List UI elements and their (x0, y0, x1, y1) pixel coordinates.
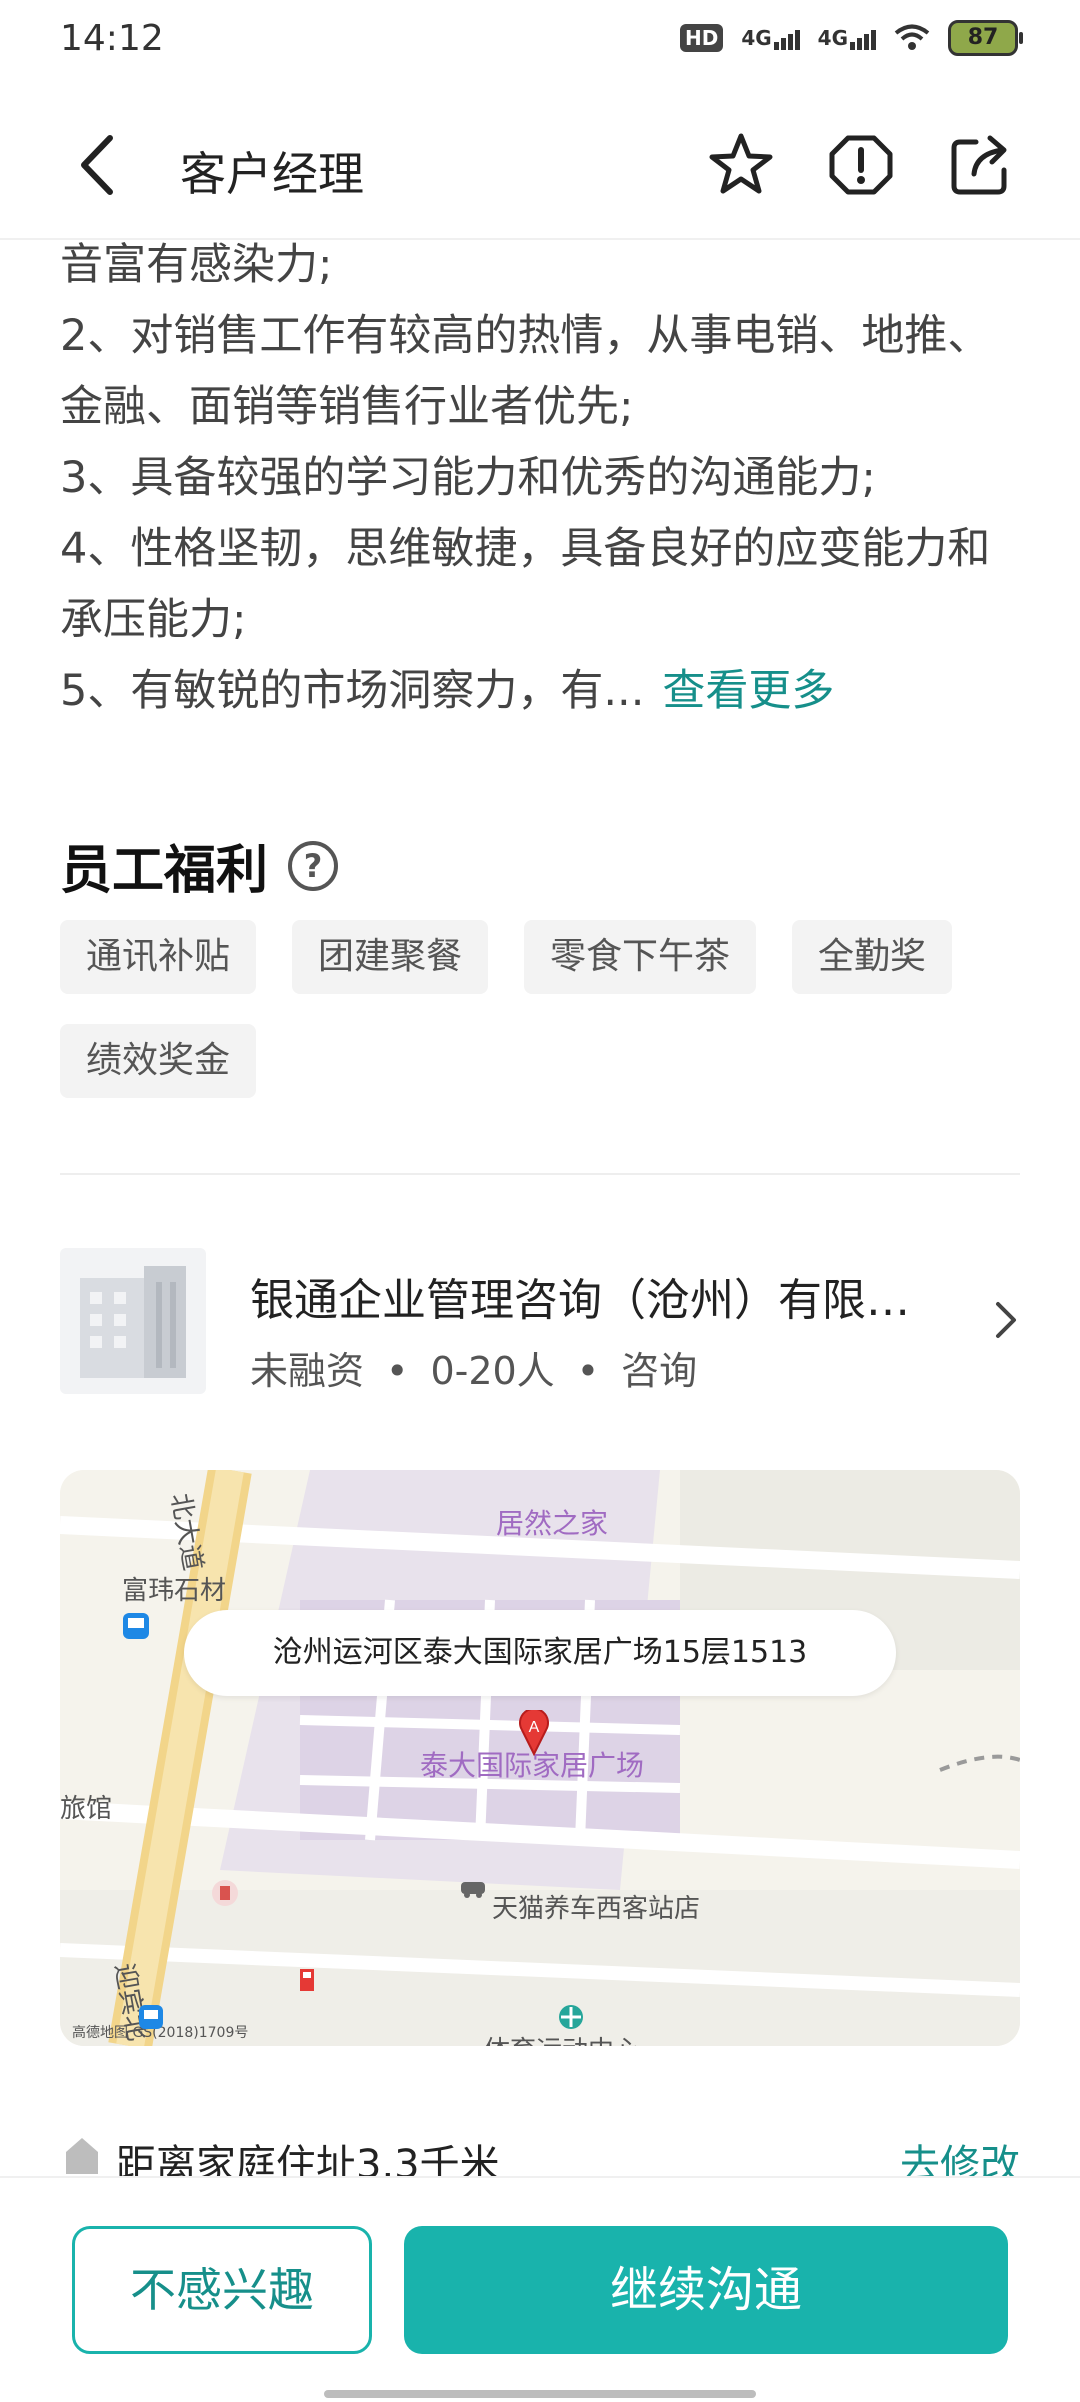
building-icon (80, 1266, 186, 1378)
chevron-right-icon (996, 1302, 1016, 1338)
benefit-tag: 绩效奖金 (60, 1024, 257, 1098)
help-icon[interactable]: ? (288, 840, 339, 891)
status-icons: HD 4G 4G 87 (679, 20, 1023, 56)
top-nav: 客户经理 (0, 100, 1080, 230)
bottom-action-bar: 不感兴趣 继续沟通 (0, 2176, 1080, 2402)
benefit-tag: 团建聚餐 (292, 920, 489, 994)
map-poi-label: 体育运动中心 (484, 2030, 640, 2046)
home-indicator[interactable] (324, 2390, 756, 2398)
benefits-section-title: 员工福利 ? (60, 828, 339, 903)
meta-separator: • (576, 1349, 600, 1393)
company-industry: 咨询 (621, 1349, 698, 1393)
star-icon[interactable] (706, 130, 776, 200)
description-line-last: 5、有敏锐的市场洞察力，有... 查看更多 (60, 666, 835, 716)
benefit-tag: 通讯补贴 (60, 920, 257, 994)
sports-icon (559, 2005, 583, 2029)
map-pin-letter: A (529, 1719, 540, 1736)
status-bar: 14:12 HD 4G 4G 87 (0, 0, 1080, 84)
share-icon[interactable] (946, 130, 1016, 200)
benefit-tag: 全勤奖 (792, 920, 953, 994)
wifi-icon (894, 24, 930, 50)
report-icon[interactable] (826, 130, 896, 200)
map-poi-label: 居然之家 (496, 1507, 609, 1540)
page-title: 客户经理 (180, 147, 364, 201)
map-poi-label: 天猫养车西客站店 (492, 1894, 701, 1924)
not-interested-button[interactable]: 不感兴趣 (72, 2226, 372, 2354)
company-meta: 未融资 • 0-20人 • 咨询 (250, 1340, 697, 1395)
map-poi-label: 富玮石材 (122, 1576, 227, 1606)
view-more-link[interactable]: 查看更多 (662, 666, 834, 716)
company-size: 0-20人 (430, 1349, 555, 1393)
benefits-title: 员工福利 (60, 841, 269, 901)
car-service-icon (461, 1882, 485, 1898)
description-line: 2、对销售工作有较高的热情，从事电销、地推、金融、面销等销售行业者优先; (60, 311, 991, 432)
description-line: 3、具备较强的学习能力和优秀的沟通能力; (60, 453, 876, 503)
meta-separator: • (386, 1349, 409, 1393)
job-description: 音富有感染力; 2、对销售工作有较高的热情，从事电销、地推、金融、面销等销售行业… (60, 230, 1020, 727)
signal-icon-1: 4G (741, 26, 800, 50)
company-funding: 未融资 (250, 1349, 365, 1393)
back-button[interactable] (70, 130, 130, 200)
company-logo (60, 1248, 206, 1394)
signal-icon-2: 4G (818, 26, 876, 50)
benefit-tags: 通讯补贴 团建聚餐 零食下午茶 全勤奖 绩效奖金 (60, 920, 1040, 1098)
restaurant-icon (212, 1880, 238, 1906)
battery-icon: 87 (948, 20, 1023, 56)
continue-chat-button[interactable]: 继续沟通 (404, 2226, 1008, 2354)
description-line: 音富有感染力; (60, 240, 333, 290)
map-poi-label: 旅馆 (60, 1794, 113, 1824)
bus-stop-icon (139, 2005, 163, 2029)
company-name: 银通企业管理咨询（沧州）有限… (250, 1275, 910, 1326)
description-line: 4、性格坚韧，思维敏捷，具备良好的应变能力和承压能力; (60, 524, 991, 645)
gas-station-icon (300, 1969, 314, 1991)
section-divider (60, 1173, 1020, 1175)
company-card[interactable]: 银通企业管理咨询（沧州）有限… 未融资 • 0-20人 • 咨询 (60, 1248, 1020, 1394)
hd-icon: HD (679, 24, 724, 52)
bus-stop-icon (123, 1613, 149, 1639)
home-icon (66, 2138, 98, 2174)
location-map[interactable]: 北大道 居然之家 富玮石材 泰大国际家居广场 旅馆 天猫养车西客站店 体育运动中… (60, 1470, 1020, 2046)
map-address-bubble: 沧州运河区泰大国际家居广场15层1513 (184, 1610, 896, 1696)
status-time: 14:12 (60, 18, 164, 59)
map-pin-icon: A (519, 1710, 549, 1756)
benefit-tag: 零食下午茶 (524, 920, 757, 994)
